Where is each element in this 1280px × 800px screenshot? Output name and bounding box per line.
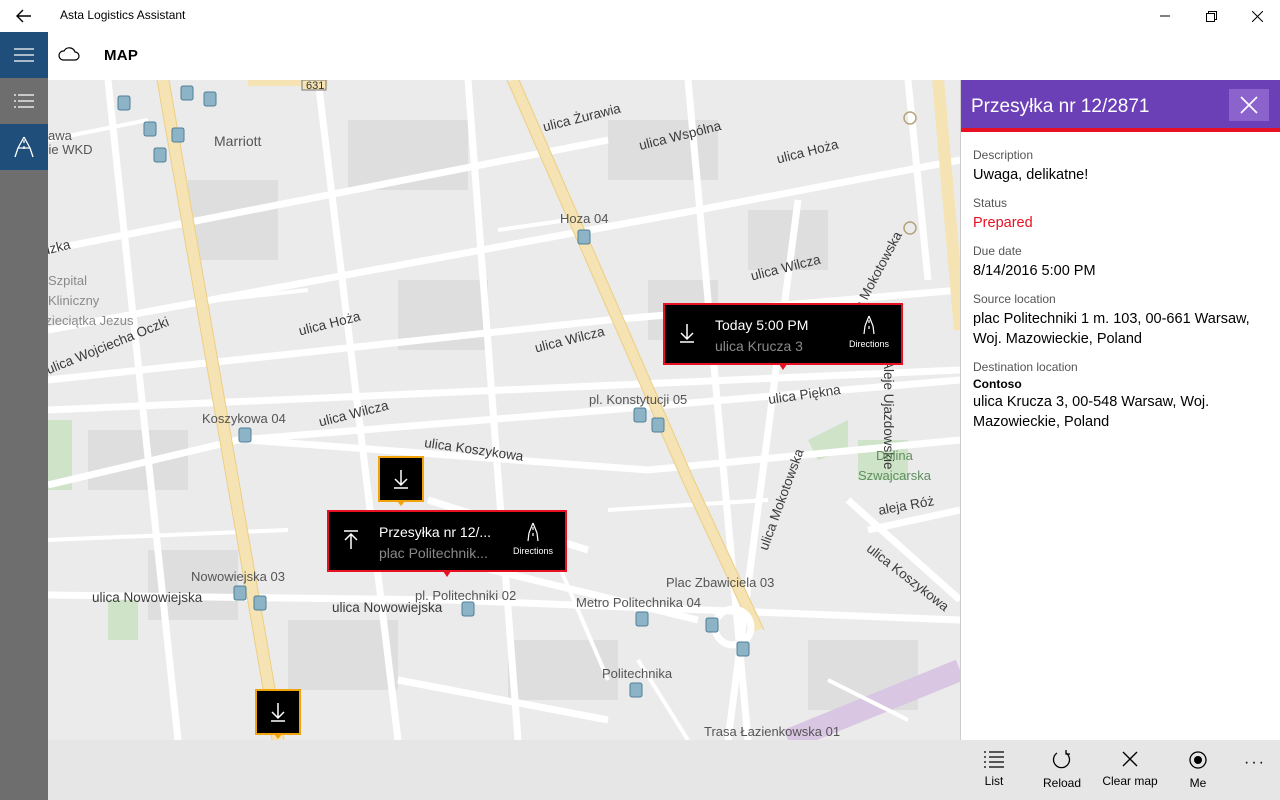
directions-label: Directions — [512, 546, 553, 556]
reload-icon — [1052, 750, 1071, 769]
arrow-down-icon — [673, 319, 701, 347]
source-location-label: Source location — [973, 292, 1056, 306]
shipment-detail-panel: Przesyłka nr 12/2871 Description Uwaga, … — [960, 80, 1280, 740]
page-title: MAP — [104, 47, 139, 64]
map-label-koszykowa04: Koszykowa 04 — [202, 411, 286, 426]
reload-label: Reload — [1042, 776, 1082, 790]
description-label: Description — [973, 148, 1034, 162]
map-callout[interactable]: Przesyłka nr 12/... plac Politechnik... … — [327, 510, 567, 577]
cloud-icon — [58, 47, 80, 61]
callout-subtitle: plac Politechnik... — [379, 545, 488, 561]
back-button[interactable] — [0, 0, 48, 32]
delivery-pin[interactable] — [378, 456, 424, 506]
map-label-pl-konstytucji: pl. Konstytucji 05 — [589, 392, 688, 407]
more-button[interactable]: ··· — [1244, 754, 1266, 772]
arrow-down-icon — [394, 470, 408, 489]
callout-title: Today 5:00 PM — [715, 317, 809, 333]
map-label-awa: awa — [48, 128, 72, 143]
panel-close-button[interactable] — [1229, 89, 1269, 121]
directions-label: Directions — [848, 339, 889, 349]
list-label: List — [984, 774, 1004, 788]
window-title: Asta Logistics Assistant — [60, 8, 186, 22]
panel-header: Przesyłka nr 12/2871 — [961, 80, 1280, 132]
minimize-icon — [1160, 15, 1170, 17]
map-label-hoza04: Hoza 04 — [560, 211, 609, 226]
directions-button[interactable]: Directions — [839, 315, 899, 349]
map-base — [48, 80, 960, 740]
title-bar: Asta Logistics Assistant — [0, 0, 1280, 32]
close-icon — [1251, 10, 1263, 22]
arrow-down-icon — [271, 703, 285, 722]
page-header: MAP — [48, 32, 1280, 80]
panel-title: Przesyłka nr 12/2871 — [971, 96, 1150, 117]
close-window-button[interactable] — [1234, 0, 1280, 32]
map-label-politechnika: Politechnika — [602, 666, 673, 681]
map-label-metro-politechnika: Metro Politechnika 04 — [576, 595, 702, 610]
map-label-nowowiejska03: Nowowiejska 03 — [191, 569, 285, 584]
back-arrow-icon — [16, 9, 31, 23]
restore-button[interactable] — [1188, 0, 1234, 32]
map-callout[interactable]: Today 5:00 PM ulica Krucza 3 Directions — [663, 303, 903, 370]
nav-map-button[interactable] — [0, 124, 48, 170]
hamburger-icon — [14, 48, 34, 62]
clear-map-button[interactable]: Clear map — [1096, 750, 1164, 788]
map-label-pl-politechniki: pl. Politechniki 02 — [415, 588, 517, 603]
map-label-kliniczny: Kliniczny — [48, 293, 100, 308]
route-number-label: 631 — [306, 80, 325, 92]
map-view[interactable]: 631 Marriott Hoza 04 ulica Żurawia ulica… — [48, 80, 960, 740]
description-value: Uwaga, delikatne! — [973, 167, 1089, 183]
map-label-wkd: cie WKD — [48, 142, 93, 157]
delivery-pin[interactable] — [255, 689, 301, 739]
map-label-szwajcarska: Szwajcarska — [858, 468, 931, 483]
map-label-dzieciatka: Dzieciątka Jezus — [48, 313, 134, 328]
arrow-up-icon — [337, 526, 365, 554]
panel-body: Description Uwaga, delikatne! Status Pre… — [973, 148, 1273, 443]
map-label-dolina: Dolina — [876, 448, 913, 463]
list-button[interactable]: List — [960, 750, 1028, 788]
me-button[interactable]: Me — [1164, 750, 1232, 790]
close-icon — [1240, 96, 1258, 114]
minimize-button[interactable] — [1142, 0, 1188, 32]
map-label-trasa-lazienkowska: Trasa Łazienkowska 01 — [704, 724, 841, 739]
hamburger-button[interactable] — [0, 32, 48, 78]
restore-icon — [1205, 10, 1217, 22]
status-value: Prepared — [973, 215, 1033, 231]
list-icon — [984, 751, 1004, 768]
route-icon — [863, 315, 875, 335]
nav-list-button[interactable] — [0, 78, 48, 124]
map-label-szpital: Szpital — [48, 273, 88, 288]
due-date-label: Due date — [973, 244, 1022, 258]
route-icon — [14, 136, 34, 158]
nav-rail — [0, 32, 48, 800]
callout-subtitle: ulica Krucza 3 — [715, 338, 803, 354]
directions-button[interactable]: Directions — [503, 522, 563, 556]
map-label-plac-zbawiciela: Plac Zbawiciela 03 — [666, 575, 775, 590]
location-target-icon — [1189, 751, 1207, 769]
destination-location-value: ulica Krucza 3, 00-548 Warsaw, Woj. Mazo… — [973, 394, 1210, 430]
close-icon — [1122, 751, 1138, 767]
due-date-value: 8/14/2016 5:00 PM — [973, 263, 1096, 279]
status-label: Status — [973, 196, 1008, 210]
destination-name: Contoso — [973, 377, 1022, 391]
source-location-value: plac Politechniki 1 m. 103, 00-661 Warsa… — [973, 311, 1250, 347]
me-label: Me — [1189, 776, 1207, 790]
list-icon — [14, 94, 34, 108]
callout-title: Przesyłka nr 12/... — [379, 524, 492, 540]
route-icon — [527, 522, 539, 542]
map-label-marriott: Marriott — [214, 133, 262, 149]
clear-map-label: Clear map — [1102, 774, 1158, 788]
destination-location-label: Destination location — [973, 360, 1078, 374]
map-label-ulica-nowowiejska-left: ulica Nowowiejska — [92, 590, 203, 605]
command-bar: List Reload Clear map Me ··· — [48, 740, 1280, 800]
reload-button[interactable]: Reload — [1028, 750, 1096, 790]
